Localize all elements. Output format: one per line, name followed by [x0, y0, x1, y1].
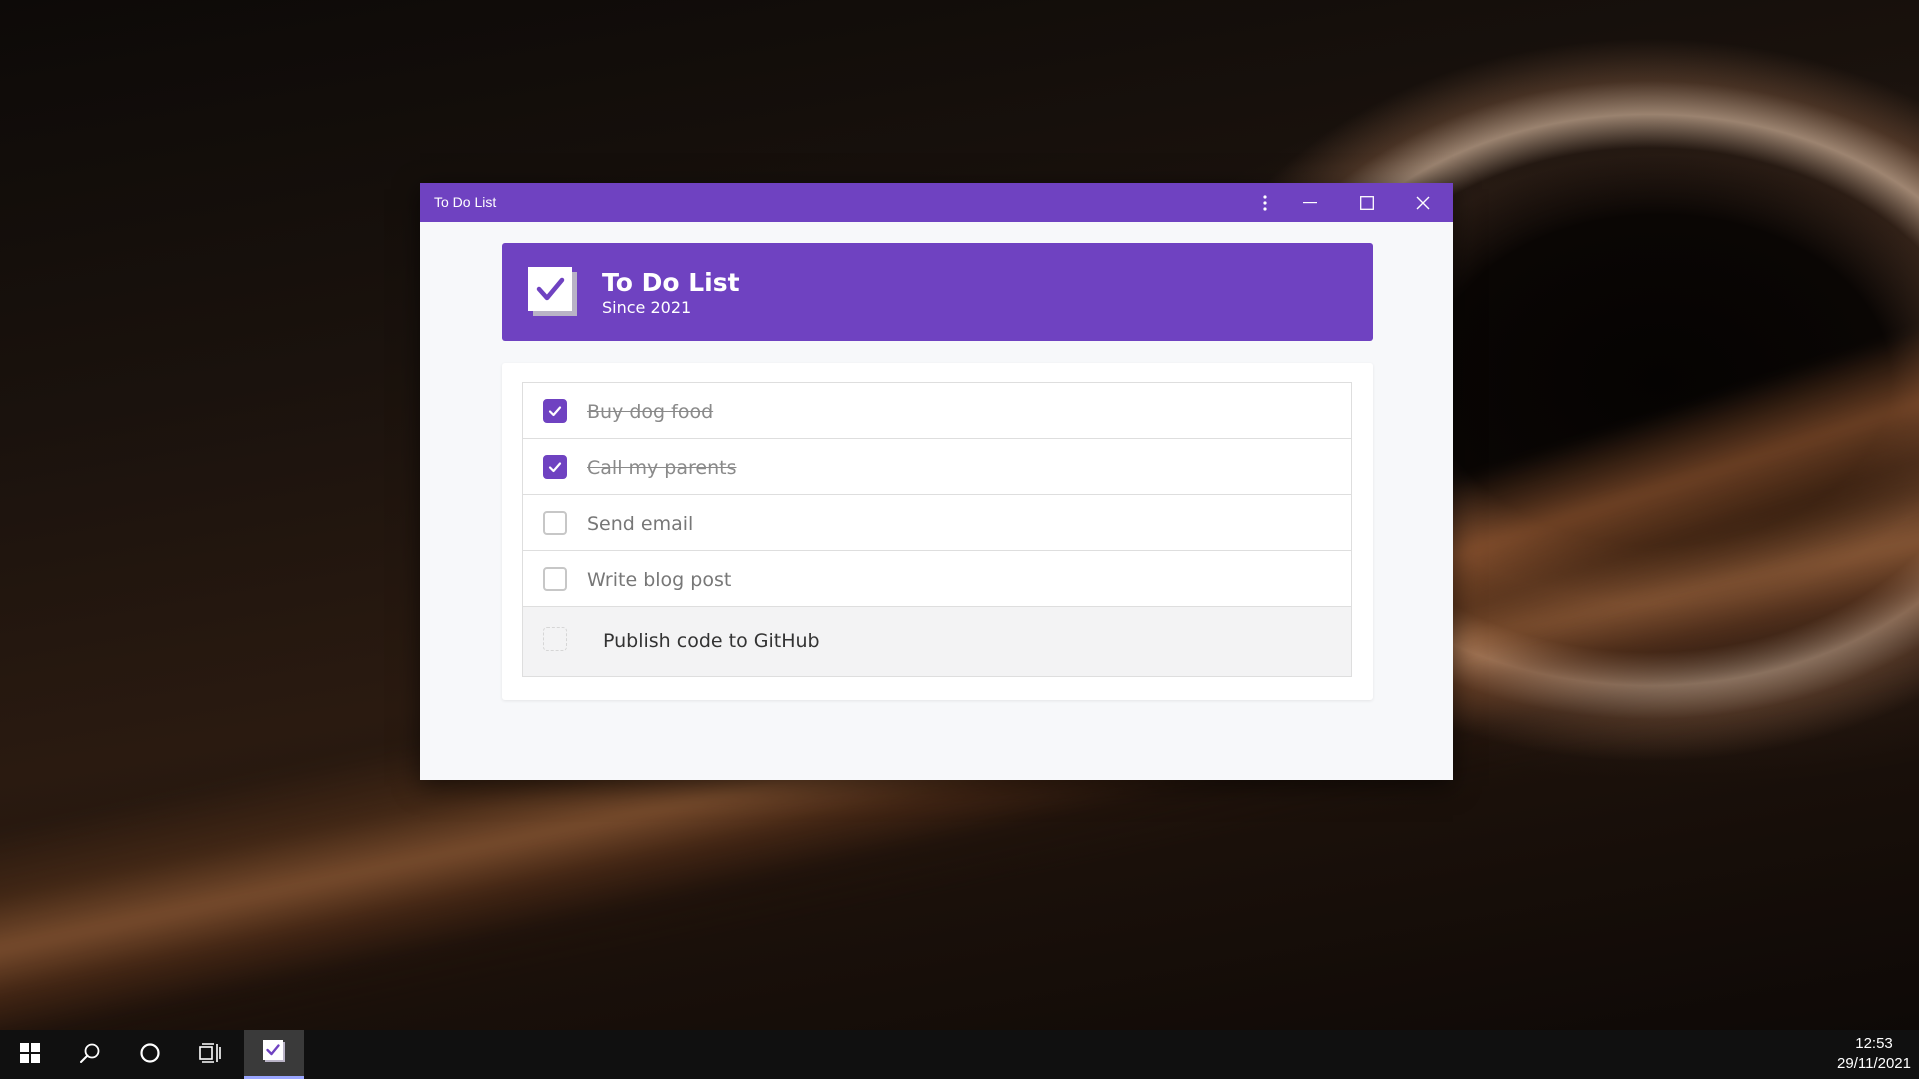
todo-text: Call my parents: [587, 457, 737, 479]
window-content: To Do List Since 2021 Buy dog food Call …: [420, 222, 1453, 780]
taskbar-app-todo[interactable]: [244, 1030, 304, 1079]
cortana-icon: [139, 1042, 161, 1068]
todo-checkbox[interactable]: [543, 455, 567, 479]
minimize-icon: [1303, 201, 1317, 204]
todo-text: Write blog post: [587, 569, 732, 591]
clock-time: 12:53: [1855, 1035, 1893, 1052]
cortana-button[interactable]: [120, 1030, 180, 1079]
maximize-icon: [1360, 195, 1374, 210]
todo-card: Buy dog food Call my parents Send email: [502, 363, 1373, 700]
start-button[interactable]: [0, 1030, 60, 1079]
search-button[interactable]: [60, 1030, 120, 1079]
todo-item[interactable]: Call my parents: [523, 439, 1351, 495]
new-todo-checkbox: [543, 627, 567, 651]
todo-checkbox[interactable]: [543, 567, 567, 591]
checkbox-check-icon: [528, 267, 578, 317]
app-window: To Do List To Do List Since 2021 Buy dog…: [420, 183, 1453, 780]
todo-checkbox[interactable]: [543, 511, 567, 535]
new-todo-text[interactable]: Publish code to GitHub: [603, 629, 820, 653]
clock-date: 29/11/2021: [1837, 1055, 1911, 1072]
task-view-button[interactable]: [180, 1030, 240, 1079]
todo-text: Send email: [587, 513, 694, 535]
minimize-button[interactable]: [1282, 183, 1338, 222]
windows-start-icon: [20, 1042, 40, 1067]
window-title: To Do List: [434, 194, 497, 210]
todo-text: Buy dog food: [587, 401, 714, 423]
search-icon: [79, 1042, 101, 1068]
maximize-button[interactable]: [1339, 183, 1395, 222]
app-subtitle: Since 2021: [602, 298, 692, 317]
more-vertical-icon: [1263, 194, 1267, 211]
close-button[interactable]: [1395, 183, 1451, 222]
window-titlebar[interactable]: To Do List: [420, 183, 1453, 222]
task-view-icon: [199, 1042, 221, 1067]
header-banner: To Do List Since 2021: [502, 243, 1373, 341]
app-title: To Do List: [602, 268, 740, 297]
desktop: To Do List To Do List Since 2021 Buy dog…: [0, 0, 1919, 1079]
close-icon: [1416, 196, 1430, 210]
new-todo-input[interactable]: Publish code to GitHub: [523, 607, 1351, 676]
todo-item[interactable]: Buy dog food: [523, 383, 1351, 439]
todo-item[interactable]: Send email: [523, 495, 1351, 551]
taskbar: 12:53 29/11/2021: [0, 1030, 1919, 1079]
todo-item[interactable]: Write blog post: [523, 551, 1351, 607]
todo-checkbox[interactable]: [543, 399, 567, 423]
checkbox-check-icon: [263, 1040, 285, 1066]
todo-list: Buy dog food Call my parents Send email: [522, 382, 1352, 677]
taskbar-clock[interactable]: 12:53 29/11/2021: [1837, 1034, 1911, 1074]
